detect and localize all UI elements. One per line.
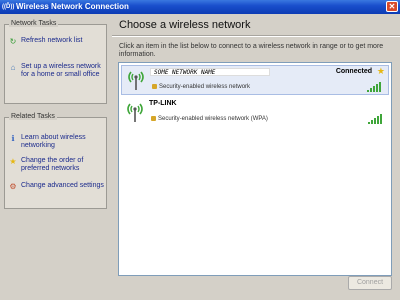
security-status: Security-enabled wireless network [152,84,250,90]
wireless-antenna-icon [128,71,144,90]
preferred-star-icon: ★ [376,66,385,76]
title-bar: ((Ď)) Wireless Network Connection ✕ [0,0,400,14]
change-advanced-settings-link[interactable]: ⚙ Change advanced settings [9,182,104,200]
task-label: Learn about wireless networking [21,134,86,149]
network-item-tplink[interactable]: TP-LINK Security-enabled wireless networ… [121,98,389,128]
network-tasks-panel: Network Tasks ↻ Refresh network list ⌂ S… [4,20,107,104]
task-label: Change advanced settings [21,182,104,189]
network-name: SOME NETWORK NAME [150,68,270,76]
setup-wireless-network-link[interactable]: ⌂ Set up a wireless network for a home o… [9,63,104,93]
change-preferred-order-link[interactable]: ★ Change the order of preferred networks [9,157,104,175]
main-panel: Choose a wireless network Click an item … [112,14,400,300]
network-item-connected[interactable]: SOME NETWORK NAME Security-enabled wirel… [121,65,389,95]
instructions-text: Click an item in the list below to conne… [119,43,384,58]
security-status: Security-enabled wireless network (WPA) [151,116,268,122]
refresh-icon: ↻ [9,37,17,46]
related-tasks-panel: Related Tasks ℹ Learn about wireless net… [4,113,107,209]
related-tasks-title: Related Tasks [9,113,57,120]
signal-strength-icon [367,82,383,92]
security-label: Security-enabled wireless network [159,84,251,91]
task-label: Change the order of preferred networks [21,157,84,172]
lock-icon [151,116,156,121]
refresh-network-list-link[interactable]: ↻ Refresh network list [9,37,104,49]
connection-status: Connected [335,68,372,75]
info-icon: ℹ [11,134,15,143]
signal-strength-icon [368,114,384,124]
window-title: Wireless Network Connection [16,2,129,11]
wireless-antenna-icon [127,103,143,122]
task-label: Set up a wireless network for a home or … [21,63,101,78]
task-sidebar: Network Tasks ↻ Refresh network list ⌂ S… [0,14,112,300]
window-body: Network Tasks ↻ Refresh network list ⌂ S… [0,14,400,300]
network-name: TP-LINK [149,100,177,107]
task-label: Refresh network list [21,37,83,44]
learn-about-wireless-link[interactable]: ℹ Learn about wireless networking [9,134,104,152]
network-list[interactable]: SOME NETWORK NAME Security-enabled wirel… [118,62,392,276]
star-icon: ★ [9,157,17,166]
settings-icon: ⚙ [9,182,17,191]
setup-wireless-icon: ⌂ [10,63,16,72]
security-label: Security-enabled wireless network (WPA) [158,116,268,123]
connect-button[interactable]: Connect [348,276,392,290]
close-icon: ✕ [388,2,396,11]
close-button[interactable]: ✕ [386,1,398,12]
heading-divider [112,35,400,37]
network-tasks-title: Network Tasks [9,20,59,27]
page-title: Choose a wireless network [119,19,251,31]
wireless-app-icon: ((Ď)) [2,4,15,10]
lock-icon [152,84,157,89]
